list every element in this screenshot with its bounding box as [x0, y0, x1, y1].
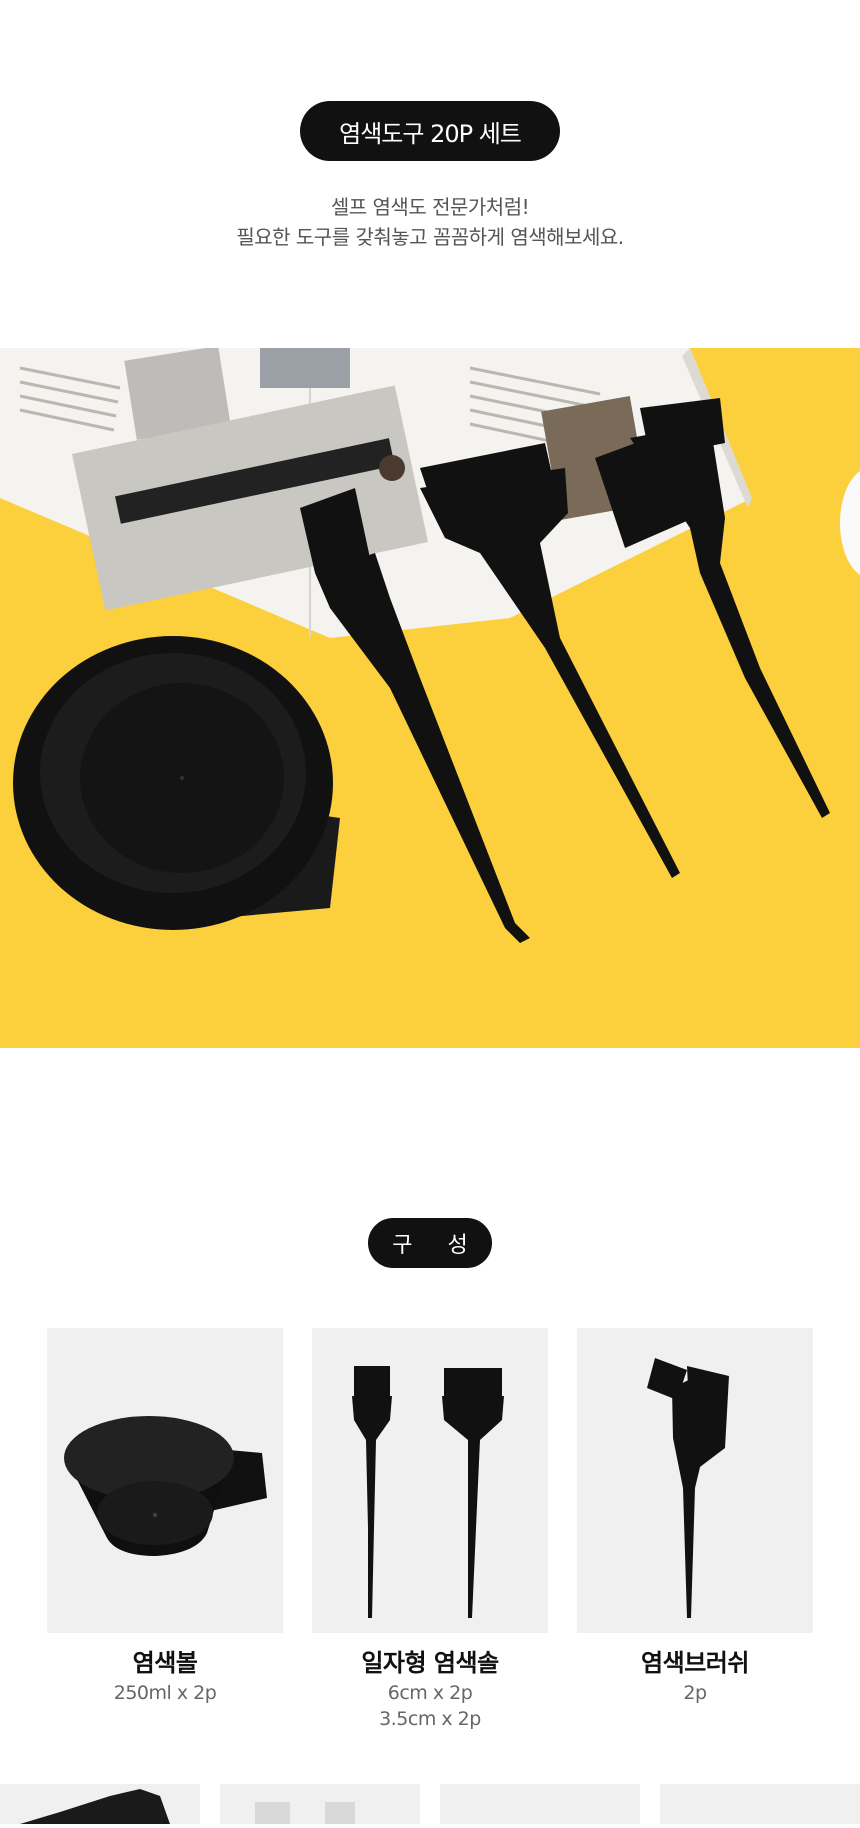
item-name-dye-bowl: 염색볼: [132, 1649, 198, 1677]
flat-dye-brush-icon: [352, 1366, 504, 1618]
item-spec-flat-dye-brush-2: 3.5cm x 2p: [379, 1708, 481, 1730]
comb-brush-illustration-3: [595, 398, 830, 818]
subtitle-line-2: 필요한 도구를 갖춰놓고 꼼꼼하게 염색해보세요.: [236, 225, 624, 249]
thumbnail-item-4: [660, 1784, 860, 1824]
subtitle-line-1: 셀프 염색도 전문가처럼!: [330, 195, 530, 219]
item-spec-comb-brush: 2p: [683, 1682, 707, 1704]
item-spec-dye-bowl: 250ml x 2p: [113, 1682, 217, 1704]
item-card-dye-bowl: [47, 1328, 283, 1633]
item-name-flat-dye-brush: 일자형 염색솔: [361, 1649, 499, 1677]
item-card-comb-brush: [577, 1328, 813, 1633]
dye-bowl-icon: [64, 1416, 267, 1556]
composition-title: 구 성: [392, 1233, 482, 1258]
thumbnail-item-2: [220, 1784, 420, 1824]
item-spec-flat-dye-brush-1: 6cm x 2p: [387, 1682, 473, 1704]
gloves-icon: [20, 1789, 170, 1824]
composition-title-badge: 구 성: [368, 1218, 492, 1268]
page-title: 염색도구 20P 세트: [339, 119, 522, 148]
item-name-comb-brush: 염색브러쉬: [641, 1649, 749, 1677]
dye-bowl-illustration: [13, 636, 340, 930]
packaging-icon: [255, 1802, 355, 1824]
thumbnail-item-3: [440, 1784, 640, 1824]
thumbnail-gloves: [0, 1784, 200, 1824]
comb-brush-icon: [647, 1358, 729, 1618]
hero-product-image: [0, 348, 860, 1048]
hero-illustration: [0, 348, 860, 943]
page-title-badge: 염색도구 20P 세트: [300, 101, 560, 161]
item-card-flat-dye-brush: [312, 1328, 548, 1633]
